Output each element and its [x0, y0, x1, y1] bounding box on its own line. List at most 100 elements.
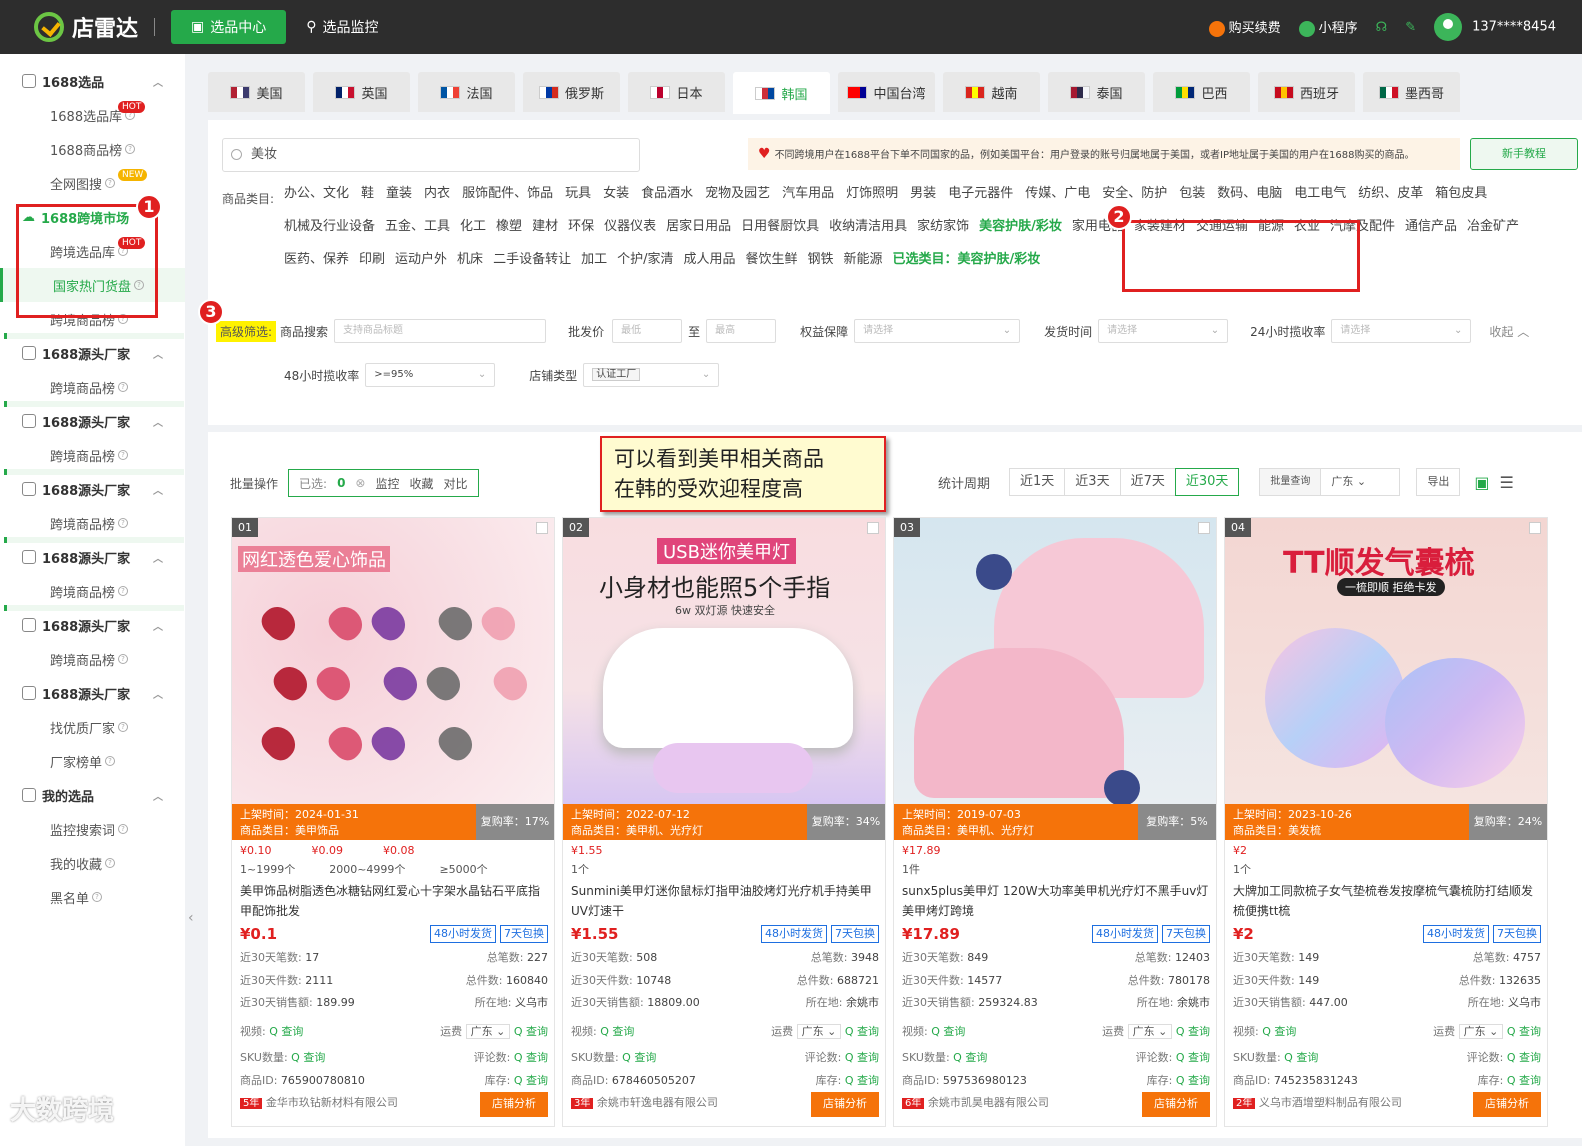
- category-item[interactable]: 印刷: [359, 252, 385, 268]
- price-min-input[interactable]: 最低: [612, 319, 683, 343]
- shop-name[interactable]: 余姚市凯昊电器有限公司: [928, 1096, 1049, 1109]
- review-query-link[interactable]: Q 查询: [1176, 1051, 1210, 1064]
- freight-region-select[interactable]: 广东 ⌄: [465, 1023, 511, 1039]
- category-item[interactable]: 个护/家清: [617, 252, 673, 268]
- category-item[interactable]: 鞋: [361, 186, 374, 202]
- product-title[interactable]: Sunmini美甲灯迷你鼠标灯指甲油胶烤灯光疗机手持美甲UV灯速干: [571, 881, 879, 921]
- advanced-filter-label[interactable]: 高级筛选:: [216, 320, 277, 342]
- period-1d[interactable]: 近1天: [1009, 468, 1066, 496]
- collapse-sidebar-icon[interactable]: ‹: [188, 910, 202, 950]
- category-item[interactable]: 灯饰照明: [846, 186, 898, 202]
- sidebar-item[interactable]: 跨境商品榜?: [0, 574, 185, 608]
- product-card[interactable]: 02 USB迷你美甲灯 小身材也能照5个手指 6w 双灯源 快速安全 上架时间：2022…: [562, 517, 886, 1127]
- category-item[interactable]: 童装: [386, 186, 412, 202]
- category-item[interactable]: 运动户外: [395, 252, 447, 268]
- category-item[interactable]: 机床: [457, 252, 483, 268]
- category-item[interactable]: 男装: [910, 186, 936, 202]
- compare-button[interactable]: 对比: [444, 475, 468, 492]
- tab-country[interactable]: 日本: [628, 72, 725, 112]
- sidebar-group[interactable]: 1688源头厂家 ︿: [0, 540, 185, 574]
- category-item[interactable]: 包装: [1179, 186, 1205, 202]
- stock-query-link[interactable]: Q 查询: [845, 1074, 879, 1087]
- rights-select[interactable]: 请选择 ⌄: [854, 319, 1021, 343]
- shop-analysis-button[interactable]: 店铺分析: [480, 1092, 548, 1117]
- select-checkbox[interactable]: [1198, 522, 1210, 534]
- category-item[interactable]: 办公、文化: [284, 186, 349, 202]
- tab-country[interactable]: 韩国: [733, 72, 830, 114]
- tab-country[interactable]: 法国: [418, 72, 515, 112]
- select-checkbox[interactable]: [867, 522, 879, 534]
- shop-name[interactable]: 余姚市轩逸电器有限公司: [597, 1096, 718, 1109]
- category-item[interactable]: 汽车用品: [782, 186, 834, 202]
- favorite-button[interactable]: 收藏: [410, 475, 434, 492]
- category-item[interactable]: 二手设备转让: [493, 252, 571, 268]
- sku-query-link[interactable]: Q 查询: [953, 1051, 987, 1064]
- sidebar-group[interactable]: 1688选品 ︿: [0, 64, 185, 98]
- category-item[interactable]: 成人用品: [683, 252, 735, 268]
- category-item[interactable]: 化工: [460, 219, 486, 235]
- product-image[interactable]: 02 USB迷你美甲灯 小身材也能照5个手指 6w 双灯源 快速安全: [563, 518, 885, 804]
- sidebar-item[interactable]: 厂家榜单?: [0, 744, 185, 778]
- product-image[interactable]: 04 TT顺发气囊梳 一梳即顺 拒绝卡发: [1225, 518, 1547, 804]
- price-max-input[interactable]: 最高: [706, 319, 777, 343]
- category-item[interactable]: 玩具: [565, 186, 591, 202]
- category-item[interactable]: 箱包皮具: [1435, 186, 1487, 202]
- monitor-button[interactable]: 监控: [375, 475, 399, 492]
- category-item[interactable]: 安全、防护: [1102, 186, 1167, 202]
- product-title[interactable]: 大牌加工同款梳子女气垫梳卷发按摩梳气囊梳防打结顺发梳便携tt梳: [1233, 881, 1541, 921]
- sidebar-item[interactable]: 1688选品库? HOT: [0, 98, 185, 132]
- collapse-link[interactable]: 收起 ︿: [1489, 323, 1529, 340]
- export-button[interactable]: 导出: [1416, 468, 1461, 496]
- category-item[interactable]: 宠物及园艺: [705, 186, 770, 202]
- sidebar-item[interactable]: 我的收藏?: [0, 846, 185, 880]
- category-item[interactable]: 机械及行业设备: [284, 219, 375, 235]
- tab-country[interactable]: 中国台湾: [838, 72, 935, 112]
- video-query-link[interactable]: Q 查询: [931, 1025, 965, 1038]
- stock-query-link[interactable]: Q 查询: [1176, 1074, 1210, 1087]
- sidebar-item[interactable]: 找优质厂家?: [0, 710, 185, 744]
- edit-icon[interactable]: ✎: [1405, 20, 1416, 35]
- category-item[interactable]: 日用餐厨饮具: [741, 219, 819, 235]
- category-item[interactable]: 餐饮生鲜: [746, 252, 798, 268]
- category-item[interactable]: 美容护肤/彩妆: [979, 219, 1062, 235]
- video-query-link[interactable]: Q 查询: [600, 1025, 634, 1038]
- nav-selection-center[interactable]: ▣ 选品中心: [171, 10, 287, 44]
- tab-country[interactable]: 美国: [208, 72, 305, 112]
- shop-type-select[interactable]: 认证工厂 ⌄: [583, 363, 720, 387]
- guide-button[interactable]: 新手教程: [1470, 138, 1578, 170]
- headset-icon[interactable]: ☊: [1376, 20, 1388, 35]
- tab-country[interactable]: 巴西: [1153, 72, 1250, 112]
- review-query-link[interactable]: Q 查询: [1507, 1051, 1541, 1064]
- period-7d[interactable]: 近7天: [1119, 468, 1176, 496]
- category-item[interactable]: 环保: [568, 219, 594, 235]
- freight-query-link[interactable]: Q 查询: [514, 1025, 548, 1038]
- nav-selection-monitor[interactable]: ⚲ 选品监控: [286, 10, 398, 44]
- logo[interactable]: 店雷达: [34, 11, 138, 43]
- shop-name[interactable]: 金华市玖钻新材料有限公司: [266, 1096, 398, 1109]
- category-item[interactable]: 家纺家饰: [917, 219, 969, 235]
- tab-country[interactable]: 俄罗斯: [523, 72, 620, 112]
- period-3d[interactable]: 近3天: [1064, 468, 1121, 496]
- category-item[interactable]: 电工电气: [1294, 186, 1346, 202]
- renew-link[interactable]: 购买续费: [1208, 17, 1281, 37]
- period-30d[interactable]: 近30天: [1174, 468, 1240, 496]
- sidebar-group[interactable]: 我的选品 ︿: [0, 778, 185, 812]
- product-image[interactable]: 01 网红透色爱心饰品: [232, 518, 554, 804]
- category-item[interactable]: 医药、保养: [284, 252, 349, 268]
- category-item[interactable]: 加工: [581, 252, 607, 268]
- region-select[interactable]: 广东 ⌄: [1320, 468, 1401, 496]
- category-item[interactable]: 服饰配件、饰品: [462, 186, 553, 202]
- review-query-link[interactable]: Q 查询: [514, 1051, 548, 1064]
- clear-icon[interactable]: ⊗: [355, 476, 365, 490]
- category-item[interactable]: 仪器仪表: [604, 219, 656, 235]
- category-item[interactable]: 建材: [532, 219, 558, 235]
- product-card[interactable]: 04 TT顺发气囊梳 一梳即顺 拒绝卡发 上架时间：2023-10-26 商品类目：美发…: [1224, 517, 1548, 1127]
- product-card[interactable]: 03 上架时间：2019-07-03 商品类目：美甲机、光疗灯 复购率：5% ¥17.8…: [893, 517, 1217, 1127]
- video-query-link[interactable]: Q 查询: [269, 1025, 303, 1038]
- sidebar-item[interactable]: 1688商品榜?: [0, 132, 185, 166]
- sidebar-item[interactable]: 跨境商品榜?: [0, 642, 185, 676]
- category-item[interactable]: 居家日用品: [666, 219, 731, 235]
- category-item[interactable]: 冶金矿产: [1467, 219, 1519, 235]
- sidebar-item[interactable]: 黑名单?: [0, 880, 185, 914]
- category-item[interactable]: 收纳清洁用具: [829, 219, 907, 235]
